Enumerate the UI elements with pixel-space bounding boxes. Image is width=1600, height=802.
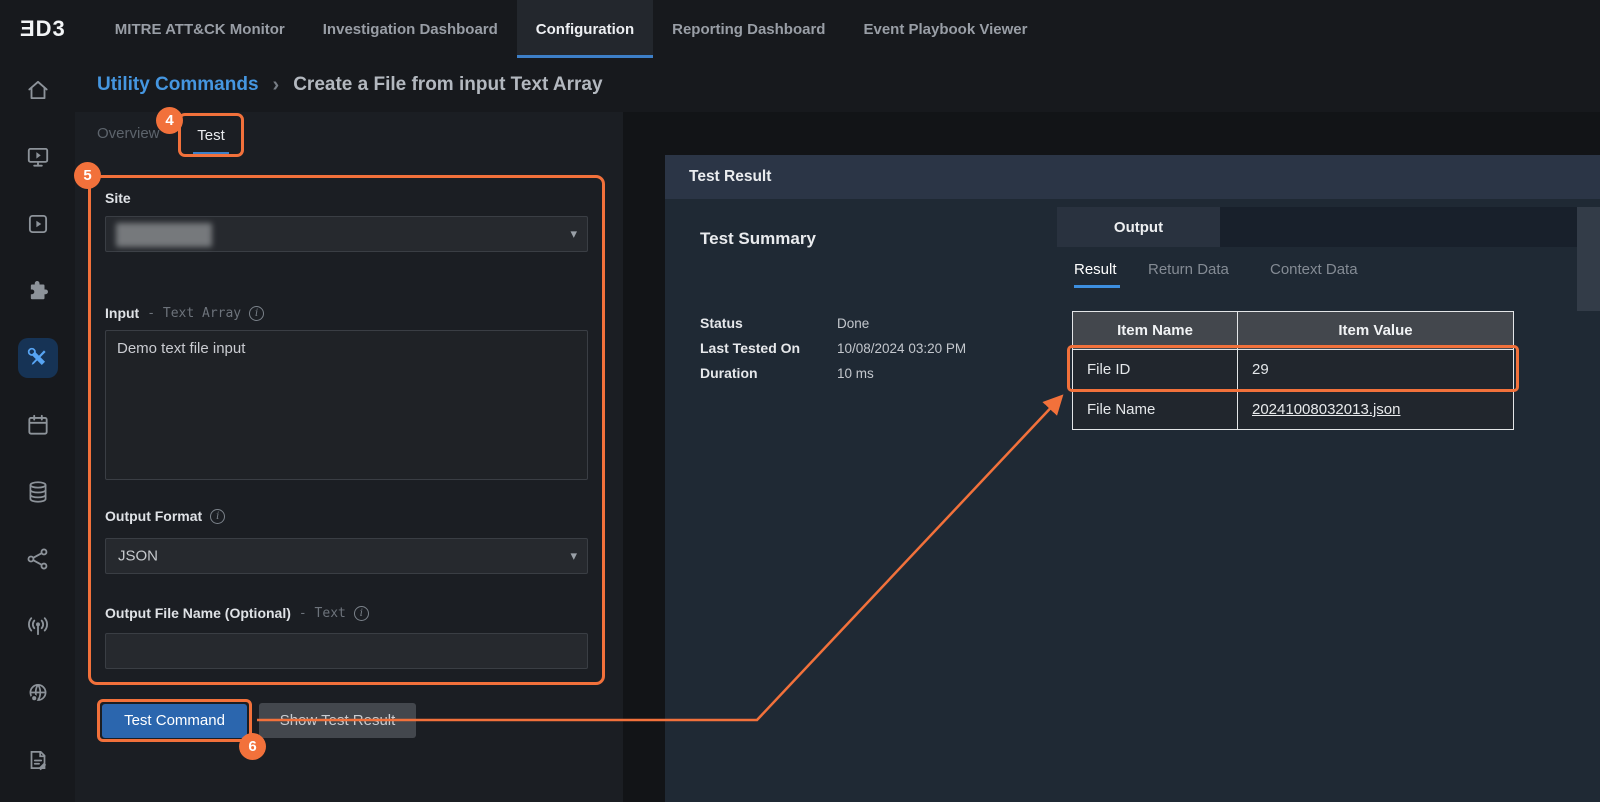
tab-test[interactable]: Test <box>197 127 225 144</box>
info-icon[interactable]: i <box>249 306 264 321</box>
output-format-value: JSON <box>118 548 158 565</box>
video-library-icon <box>25 211 51 237</box>
calendar-icon <box>25 412 51 438</box>
output-tab-bar: Output <box>1057 207 1600 247</box>
annotation-badge-5: 5 <box>74 162 101 189</box>
top-nav: ƎD3 MITRE ATT&CK Monitor Investigation D… <box>0 0 1600 58</box>
table-header-row: Item Name Item Value <box>1073 312 1514 350</box>
document-edit-icon <box>25 747 51 773</box>
annotation-box-form: Site ▾ Input - Text Array i Demo text fi… <box>88 175 605 685</box>
column-header-item-value: Item Value <box>1238 312 1514 350</box>
sidebar-item-calendar[interactable] <box>18 405 58 445</box>
column-header-item-name: Item Name <box>1073 312 1238 350</box>
test-summary-heading: Test Summary <box>700 229 816 249</box>
summary-label: Status <box>700 315 743 331</box>
site-field-label: Site <box>105 190 131 206</box>
result-table: Item Name Item Value File ID 29 File Nam… <box>1072 311 1514 430</box>
summary-row-last-tested: Last Tested On 10/08/2024 03:20 PM <box>700 340 1030 358</box>
annotation-badge-6: 6 <box>239 733 266 760</box>
output-file-name-type-hint: - Text <box>299 606 346 621</box>
input-field-type-hint: - Text Array <box>147 306 241 321</box>
sidebar-item-video-library[interactable] <box>18 204 58 244</box>
test-result-title: Test Result <box>689 168 771 186</box>
file-name-link[interactable]: 20241008032013.json <box>1252 401 1400 418</box>
subtab-result-active-underline <box>1074 285 1120 288</box>
app-window: ƎD3 MITRE ATT&CK Monitor Investigation D… <box>0 0 1600 802</box>
output-file-name-label-row: Output File Name (Optional) - Text i <box>105 605 369 621</box>
tab-overview[interactable]: Overview <box>97 125 160 142</box>
nav-item-reporting-dashboard[interactable]: Reporting Dashboard <box>653 0 844 58</box>
test-result-panel: Test Result Test Summary Status Done Las… <box>665 155 1600 802</box>
sidebar-item-broadcast[interactable] <box>18 606 58 646</box>
annotation-box-test-tab: Test <box>178 113 244 157</box>
nav-item-mitre-attck-monitor[interactable]: MITRE ATT&CK Monitor <box>96 0 304 58</box>
site-dropdown[interactable]: ▾ <box>105 216 588 252</box>
output-file-name-label: Output File Name (Optional) <box>105 605 291 621</box>
tools-icon <box>25 345 51 371</box>
tab-output[interactable]: Output <box>1057 207 1220 247</box>
subtab-context-data[interactable]: Context Data <box>1270 261 1358 278</box>
table-row-file-name: File Name 20241008032013.json <box>1073 390 1514 430</box>
sidebar-item-monitor-play[interactable] <box>18 137 58 177</box>
page-title: Create a File from input Text Array <box>293 74 602 96</box>
duration-value: 10 ms <box>837 366 874 381</box>
app-logo: ƎD3 <box>20 16 66 42</box>
cell-file-name-value: 20241008032013.json <box>1238 390 1514 430</box>
monitor-play-icon <box>25 144 51 170</box>
cell-file-id-value: 29 <box>1238 350 1514 390</box>
breadcrumb-separator-icon: › <box>273 74 280 97</box>
sidebar-item-home[interactable] <box>18 70 58 110</box>
cell-file-name-name: File Name <box>1073 390 1238 430</box>
content-area: Overview Test 4 Site ▾ Input - Text Arra… <box>75 112 1600 802</box>
summary-row-status: Status Done <box>700 315 1030 333</box>
chevron-down-icon: ▾ <box>570 548 577 564</box>
sidebar-item-document-edit[interactable] <box>18 740 58 780</box>
share-nodes-icon <box>25 546 51 572</box>
show-test-result-button[interactable]: Show Test Result <box>259 703 416 738</box>
table-row-file-id: File ID 29 <box>1073 350 1514 390</box>
icon-sidebar <box>0 58 75 802</box>
input-textarea[interactable]: Demo text file input <box>105 330 588 480</box>
test-command-button[interactable]: Test Command <box>102 704 247 738</box>
nav-item-investigation-dashboard[interactable]: Investigation Dashboard <box>304 0 517 58</box>
summary-label: Duration <box>700 365 758 381</box>
output-format-dropdown[interactable]: JSON ▾ <box>105 538 588 574</box>
last-tested-value: 10/08/2024 03:20 PM <box>837 341 966 356</box>
test-result-header: Test Result <box>665 155 1600 199</box>
subtab-result[interactable]: Result <box>1074 261 1117 278</box>
output-file-name-input[interactable] <box>105 633 588 669</box>
scrollbar[interactable] <box>1577 207 1600 311</box>
input-field-label-row: Input - Text Array i <box>105 305 264 321</box>
info-icon[interactable]: i <box>354 606 369 621</box>
database-icon <box>25 479 51 505</box>
chevron-down-icon: ▾ <box>570 226 577 242</box>
broadcast-icon <box>25 613 51 639</box>
home-icon <box>25 77 51 103</box>
input-field-label: Input <box>105 305 139 321</box>
sidebar-item-globe-user[interactable] <box>18 673 58 713</box>
annotation-badge-4: 4 <box>156 107 183 134</box>
info-icon[interactable]: i <box>210 509 225 524</box>
sidebar-item-utility-tools[interactable] <box>18 338 58 378</box>
sidebar-item-share-nodes[interactable] <box>18 539 58 579</box>
site-value-redacted <box>116 223 212 247</box>
annotation-box-test-command: Test Command <box>97 699 252 742</box>
sidebar-item-database[interactable] <box>18 472 58 512</box>
cell-file-id-name: File ID <box>1073 350 1238 390</box>
breadcrumb: Utility Commands › Create a File from in… <box>75 58 1600 112</box>
breadcrumb-parent-link[interactable]: Utility Commands <box>97 74 259 96</box>
subtab-return-data[interactable]: Return Data <box>1148 261 1229 278</box>
puzzle-icon <box>25 278 51 304</box>
summary-row-duration: Duration 10 ms <box>700 365 1030 383</box>
nav-item-configuration[interactable]: Configuration <box>517 0 653 58</box>
output-format-label-row: Output Format i <box>105 508 225 524</box>
summary-label: Last Tested On <box>700 340 800 356</box>
globe-user-icon <box>25 680 51 706</box>
status-value: Done <box>837 316 869 331</box>
nav-item-event-playbook-viewer[interactable]: Event Playbook Viewer <box>844 0 1046 58</box>
command-test-panel: Overview Test 4 Site ▾ Input - Text Arra… <box>75 112 623 802</box>
output-format-label: Output Format <box>105 508 202 524</box>
sidebar-item-integrations[interactable] <box>18 271 58 311</box>
